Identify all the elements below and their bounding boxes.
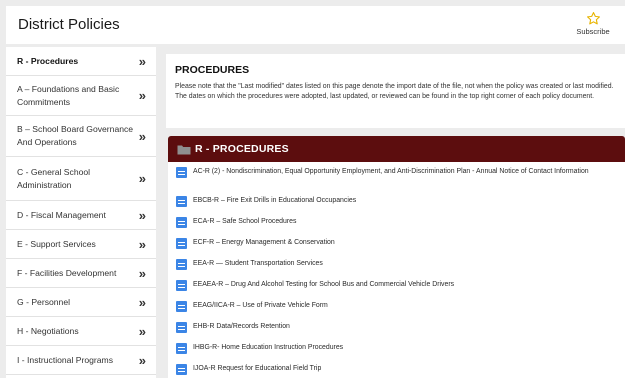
star-outline-icon — [586, 12, 600, 25]
document-link[interactable]: EHB-R Data/Records Retention — [168, 322, 625, 343]
document-link[interactable]: IHBG-R- Home Education Instruction Proce… — [168, 343, 625, 364]
document-icon — [176, 364, 187, 375]
document-link[interactable]: EEAG/IICA-R – Use of Private Vehicle For… — [168, 301, 625, 322]
double-chevron-right-icon: » — [138, 352, 146, 368]
double-chevron-right-icon: » — [138, 236, 146, 252]
sidebar-item-r-procedures[interactable]: R - Procedures » — [6, 47, 156, 76]
notice-text: Please note that the "Last modified" dat… — [175, 83, 614, 100]
document-link[interactable]: EEAEA-R – Drug And Alcohol Testing for S… — [168, 280, 625, 301]
sidebar-item-label: R - Procedures — [17, 55, 79, 66]
document-link[interactable]: EEA-R — Student Transportation Services — [168, 259, 625, 280]
document-title: EEAEA-R – Drug And Alcohol Testing for S… — [193, 281, 455, 288]
notice-title: PROCEDURES — [175, 64, 250, 76]
sidebar-item-label: C - General School Administration — [17, 166, 91, 190]
document-title: ECA-R – Safe School Procedures — [193, 218, 297, 225]
sidebar-item-fiscal[interactable]: D - Fiscal Management » — [6, 201, 156, 230]
double-chevron-right-icon: » — [138, 265, 146, 281]
document-link[interactable]: EBCB-R – Fire Exit Drills in Educational… — [168, 196, 625, 217]
procedures-notice: PROCEDURES Please note that the "Last mo… — [166, 54, 625, 128]
document-title: ECF-R – Energy Management & Conservation — [193, 239, 335, 246]
sidebar-item-personnel[interactable]: G - Personnel » — [6, 288, 156, 317]
document-list: AC-R (2) - Nondiscrimination, Equal Oppo… — [168, 162, 625, 378]
document-title: EBCB-R – Fire Exit Drills in Educational… — [193, 197, 357, 204]
sidebar-item-facilities[interactable]: F - Facilities Development » — [6, 259, 156, 288]
sidebar-item-negotiations[interactable]: H - Negotiations » — [6, 317, 156, 346]
section-title: R - PROCEDURES — [195, 143, 289, 155]
sidebar-item-school-board[interactable]: B – School Board Governance And Operatio… — [6, 116, 156, 157]
document-title: EHB-R Data/Records Retention — [193, 323, 290, 330]
sidebar-item-label: F - Facilities Development — [17, 267, 117, 278]
sidebar-item-label: D - Fiscal Management — [17, 209, 106, 220]
sidebar-item-support[interactable]: E - Support Services » — [6, 230, 156, 259]
document-title: IHBG-R- Home Education Instruction Proce… — [193, 344, 344, 351]
sidebar-item-label: I - Instructional Programs — [17, 354, 113, 365]
double-chevron-right-icon: » — [138, 323, 146, 339]
double-chevron-right-icon: » — [138, 128, 146, 144]
document-title: IJOA-R Request for Educational Field Tri… — [193, 365, 322, 372]
main-content: PROCEDURES Please note that the "Last mo… — [166, 54, 625, 378]
sidebar-item-general-admin[interactable]: C - General School Administration » — [6, 157, 156, 201]
document-icon — [176, 259, 187, 270]
sidebar-item-instructional[interactable]: I - Instructional Programs » — [6, 346, 156, 375]
document-title: EEA-R — Student Transportation Services — [193, 260, 323, 267]
document-icon — [176, 167, 187, 178]
double-chevron-right-icon: » — [138, 207, 146, 223]
document-icon — [176, 322, 187, 333]
sidebar-item-label: H - Negotiations — [17, 325, 79, 336]
section-header[interactable]: R - PROCEDURES — [168, 136, 625, 162]
document-link[interactable]: ECF-R – Energy Management & Conservation — [168, 238, 625, 259]
document-icon — [176, 343, 187, 354]
document-icon — [176, 217, 187, 228]
sidebar-item-label: G - Personnel — [17, 296, 71, 307]
page-title: District Policies — [18, 16, 120, 33]
document-title: AC-R (2) - Nondiscrimination, Equal Oppo… — [193, 168, 589, 175]
double-chevron-right-icon: » — [138, 294, 146, 310]
sidebar-item-label: A – Foundations and Basic Commitments — [17, 83, 120, 107]
document-link[interactable]: ECA-R – Safe School Procedures — [168, 217, 625, 238]
document-link[interactable]: AC-R (2) - Nondiscrimination, Equal Oppo… — [168, 167, 625, 196]
page-header: District Policies Subscribe — [6, 6, 625, 44]
document-icon — [176, 301, 187, 312]
sidebar: R - Procedures » A – Foundations and Bas… — [6, 47, 156, 378]
double-chevron-right-icon: » — [138, 53, 146, 69]
folder-icon — [177, 145, 191, 154]
subscribe-button[interactable]: Subscribe — [571, 11, 615, 36]
document-icon — [176, 238, 187, 249]
sidebar-item-foundations[interactable]: A – Foundations and Basic Commitments » — [6, 76, 156, 116]
document-link[interactable]: IJOA-R Request for Educational Field Tri… — [168, 364, 625, 378]
document-title: EEAG/IICA-R – Use of Private Vehicle For… — [193, 302, 328, 309]
subscribe-label: Subscribe — [576, 27, 610, 36]
double-chevron-right-icon: » — [138, 171, 146, 186]
document-icon — [176, 280, 187, 291]
sidebar-item-label: B – School Board Governance And Operatio… — [17, 124, 134, 147]
document-icon — [176, 196, 187, 207]
double-chevron-right-icon: » — [138, 88, 146, 103]
sidebar-item-label: E - Support Services — [17, 238, 96, 249]
